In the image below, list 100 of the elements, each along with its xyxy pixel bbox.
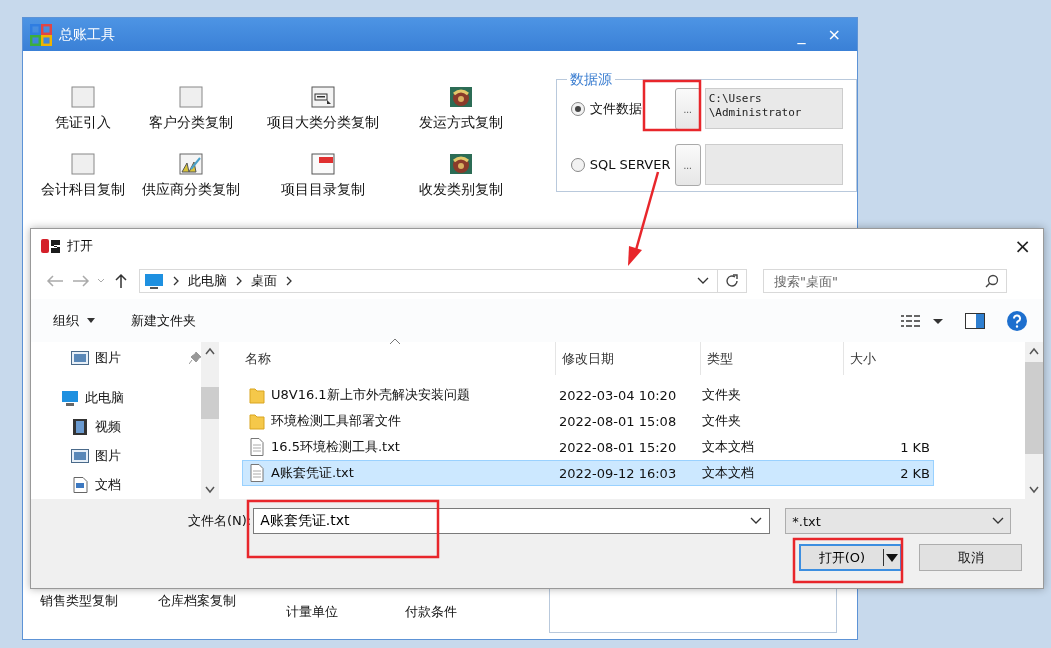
search-icon: [985, 274, 999, 288]
file-date: 2022-03-04 10:20: [558, 387, 678, 403]
forward-arrow-icon[interactable]: [71, 273, 91, 289]
chevron-right-icon: [172, 276, 180, 286]
tool-button[interactable]: 收发类别复制: [397, 153, 525, 220]
column-header[interactable]: 大小: [844, 342, 924, 375]
text-file-icon: [249, 464, 265, 482]
document-icon: [71, 476, 89, 493]
filename-field[interactable]: A账套凭证.txt: [253, 508, 771, 534]
tool-button[interactable]: 凭证引入: [33, 86, 133, 153]
tool-button[interactable]: 销售类型复制: [40, 592, 118, 610]
path-field[interactable]: C:\Users \Administrator: [704, 88, 843, 129]
sort-caret-icon: [389, 338, 401, 345]
path-field[interactable]: [704, 144, 843, 185]
nav-item[interactable]: 此电脑: [31, 383, 201, 413]
option-label: SQL SERVER: [589, 157, 671, 172]
browse-button[interactable]: ...: [674, 144, 701, 186]
tool-button[interactable]: 客户分类复制: [133, 86, 249, 153]
address-bar[interactable]: 此电脑 桌面: [139, 269, 747, 293]
back-arrow-icon[interactable]: [45, 273, 65, 289]
scroll-down-icon: [205, 486, 215, 494]
file-type: 文件夹: [702, 412, 742, 430]
chevron-down-icon: [697, 277, 709, 285]
film-icon: [71, 419, 89, 435]
chart-icon: [179, 153, 203, 175]
dialog-title: 打开: [67, 237, 94, 255]
file-name: 16.5环境检测工具.txt: [271, 438, 400, 456]
grid-icon: [29, 23, 53, 46]
minimize-button[interactable]: _: [789, 25, 814, 44]
file-type-dropdown[interactable]: *.txt: [785, 508, 1012, 534]
tool-button[interactable]: 付款条件: [405, 603, 457, 621]
file-name: 环境检测工具部署文件: [271, 412, 401, 430]
chevron-right-icon: [235, 276, 243, 286]
tool-button[interactable]: 发运方式复制: [397, 86, 525, 153]
file-name: U8V16.1新上市外壳解决安装问题: [271, 386, 470, 404]
chevron-down-icon: [750, 517, 763, 525]
refresh-icon[interactable]: [725, 274, 739, 288]
file-type: 文本文档: [702, 438, 755, 456]
scroll-up-icon: [205, 347, 215, 355]
tool-button[interactable]: 供应商分类复制: [133, 153, 249, 220]
folder-icon: [249, 386, 265, 404]
column-header[interactable]: 类型: [701, 342, 844, 375]
chevron-down-icon[interactable]: [97, 278, 105, 284]
folder-icon: [249, 412, 265, 430]
scroll-thumb[interactable]: [201, 387, 219, 419]
preview-pane-icon[interactable]: [965, 312, 985, 329]
radio-button[interactable]: [570, 157, 585, 172]
cancel-button[interactable]: 取消: [919, 544, 1022, 571]
file-row[interactable]: 16.5环境检测工具.txt 2022-08-01 15:20 文本文档 1 KB: [242, 434, 934, 460]
file-date: 2022-09-12 16:03: [558, 465, 678, 481]
chevron-right-icon: [285, 276, 293, 286]
nav-item[interactable]: 图片: [31, 441, 201, 471]
blank-tile-icon: [71, 86, 95, 108]
file-size: 1 KB: [899, 439, 930, 455]
tool-button[interactable]: 仓库档案复制: [158, 592, 236, 610]
file-row[interactable]: A账套凭证.txt 2022-09-12 16:03 文本文档 2 KB: [242, 460, 934, 486]
file-name: A账套凭证.txt: [271, 464, 354, 482]
form-icon: [311, 86, 335, 108]
radio-option[interactable]: 文件数据: [570, 88, 671, 129]
caret-icon: [884, 552, 900, 563]
search-field[interactable]: 搜索"桌面": [763, 269, 1007, 293]
file-size: 2 KB: [899, 465, 930, 481]
window-title: 总账工具: [59, 25, 116, 44]
tool-button[interactable]: 会计科目复制: [33, 153, 133, 220]
column-header[interactable]: 名称: [239, 342, 556, 375]
file-type: 文本文档: [702, 464, 755, 482]
breadcrumb-item[interactable]: 桌面: [251, 272, 277, 290]
toolbar-button[interactable]: 新建文件夹: [131, 311, 196, 330]
tool-button[interactable]: 项目大类分类复制: [249, 86, 397, 153]
radio-option[interactable]: SQL SERVER: [570, 144, 671, 185]
view-options-icon[interactable]: [901, 313, 943, 328]
file-row[interactable]: 环境检测工具部署文件 2022-08-01 15:08 文件夹: [242, 408, 934, 434]
tool-button[interactable]: 计量单位: [286, 603, 338, 621]
browse-button[interactable]: ...: [674, 88, 701, 130]
scroll-down-icon: [1029, 486, 1039, 494]
scrollbar[interactable]: [1025, 342, 1043, 499]
scrollbar[interactable]: [201, 342, 219, 499]
breadcrumb-item[interactable]: 此电脑: [188, 272, 227, 290]
blank-tile-icon: [71, 153, 95, 175]
file-date: 2022-08-01 15:08: [558, 413, 678, 429]
image-icon: [71, 350, 89, 367]
file-row[interactable]: U8V16.1新上市外壳解决安装问题 2022-03-04 10:20 文件夹: [242, 382, 934, 408]
scroll-thumb[interactable]: [1025, 362, 1043, 454]
monitor-icon: [144, 273, 164, 289]
nav-item[interactable]: 视频: [31, 412, 201, 442]
close-button[interactable]: ×: [819, 25, 849, 44]
nav-item[interactable]: 文档: [31, 470, 201, 499]
group-legend: 数据源: [566, 71, 615, 89]
close-button[interactable]: ×: [1002, 234, 1043, 258]
open-button[interactable]: 打开(O): [799, 544, 902, 571]
artwork-icon: [449, 86, 473, 108]
scroll-up-icon: [1029, 347, 1039, 355]
column-header[interactable]: 修改日期: [556, 342, 701, 375]
image-icon: [71, 447, 89, 464]
toolbar-button[interactable]: 组织: [53, 311, 95, 330]
radio-button[interactable]: [570, 101, 585, 116]
blank-tile-icon: [179, 86, 203, 108]
tool-button[interactable]: 项目目录复制: [249, 153, 397, 220]
nav-item[interactable]: 图片: [31, 344, 201, 373]
help-icon[interactable]: [1007, 310, 1027, 331]
